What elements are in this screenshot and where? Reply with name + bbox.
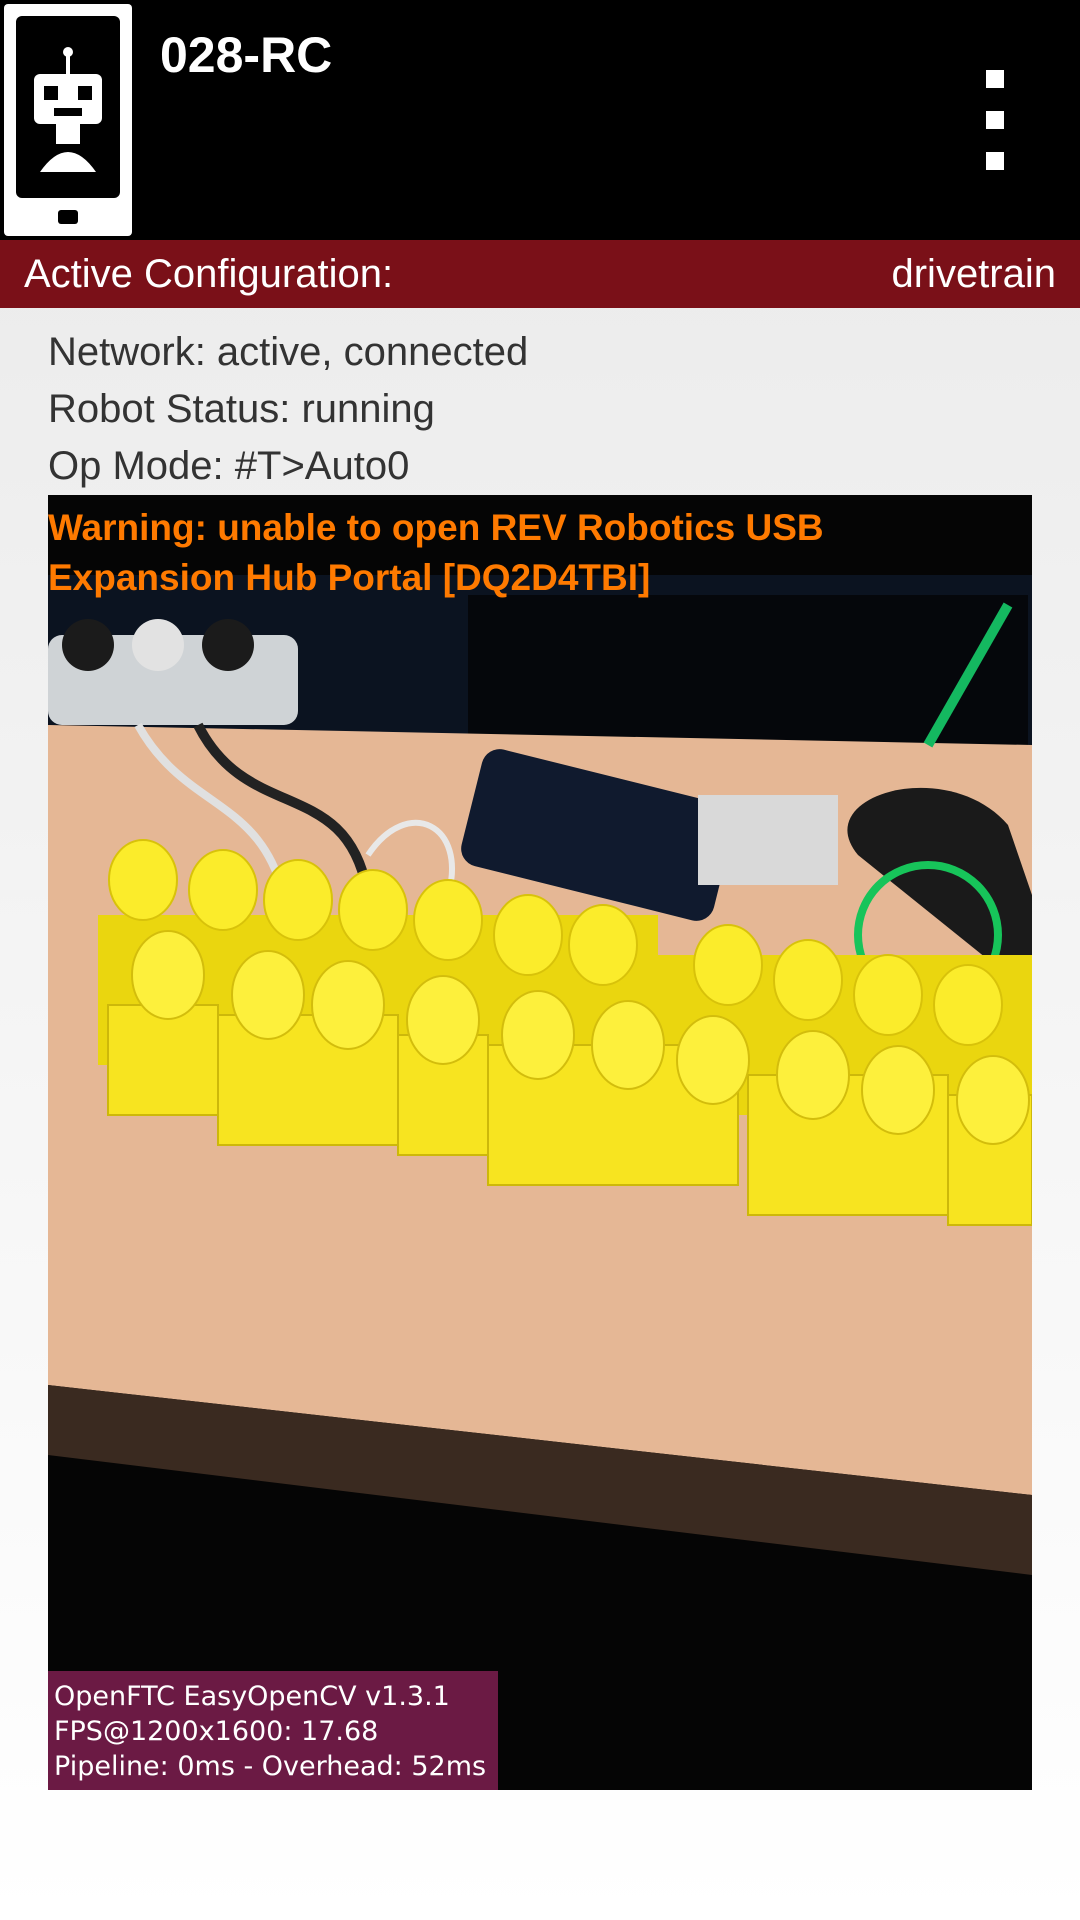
config-label: Active Configuration: xyxy=(24,252,394,296)
stats-fps: FPS@1200x1600: 17.68 xyxy=(54,1716,379,1747)
op-mode-status: Op Mode: #T>Auto0 xyxy=(48,444,410,488)
robot-phone-icon xyxy=(4,4,132,236)
hub-warning-text: Warning: unable to open REV Robotics USB… xyxy=(48,507,824,598)
camera-preview: Warning: unable to open REV Robotics USB… xyxy=(48,495,1032,1790)
config-value: drivetrain xyxy=(891,252,1056,296)
active-configuration-bar: Active Configuration: drivetrain xyxy=(0,240,1080,308)
more-vert-icon[interactable] xyxy=(970,70,1020,170)
stats-version: OpenFTC EasyOpenCV v1.3.1 xyxy=(54,1681,450,1712)
app-bar: 028-RC xyxy=(0,0,1080,240)
camera-image xyxy=(48,495,1032,1790)
network-status: Network: active, connected xyxy=(48,330,529,374)
opencv-stats-overlay: OpenFTC EasyOpenCV v1.3.1 FPS@1200x1600:… xyxy=(48,1671,498,1790)
robot-status: Robot Status: running xyxy=(48,387,435,431)
app-title: 028-RC xyxy=(160,27,333,83)
stats-pipeline: Pipeline: 0ms - Overhead: 52ms xyxy=(54,1751,487,1782)
